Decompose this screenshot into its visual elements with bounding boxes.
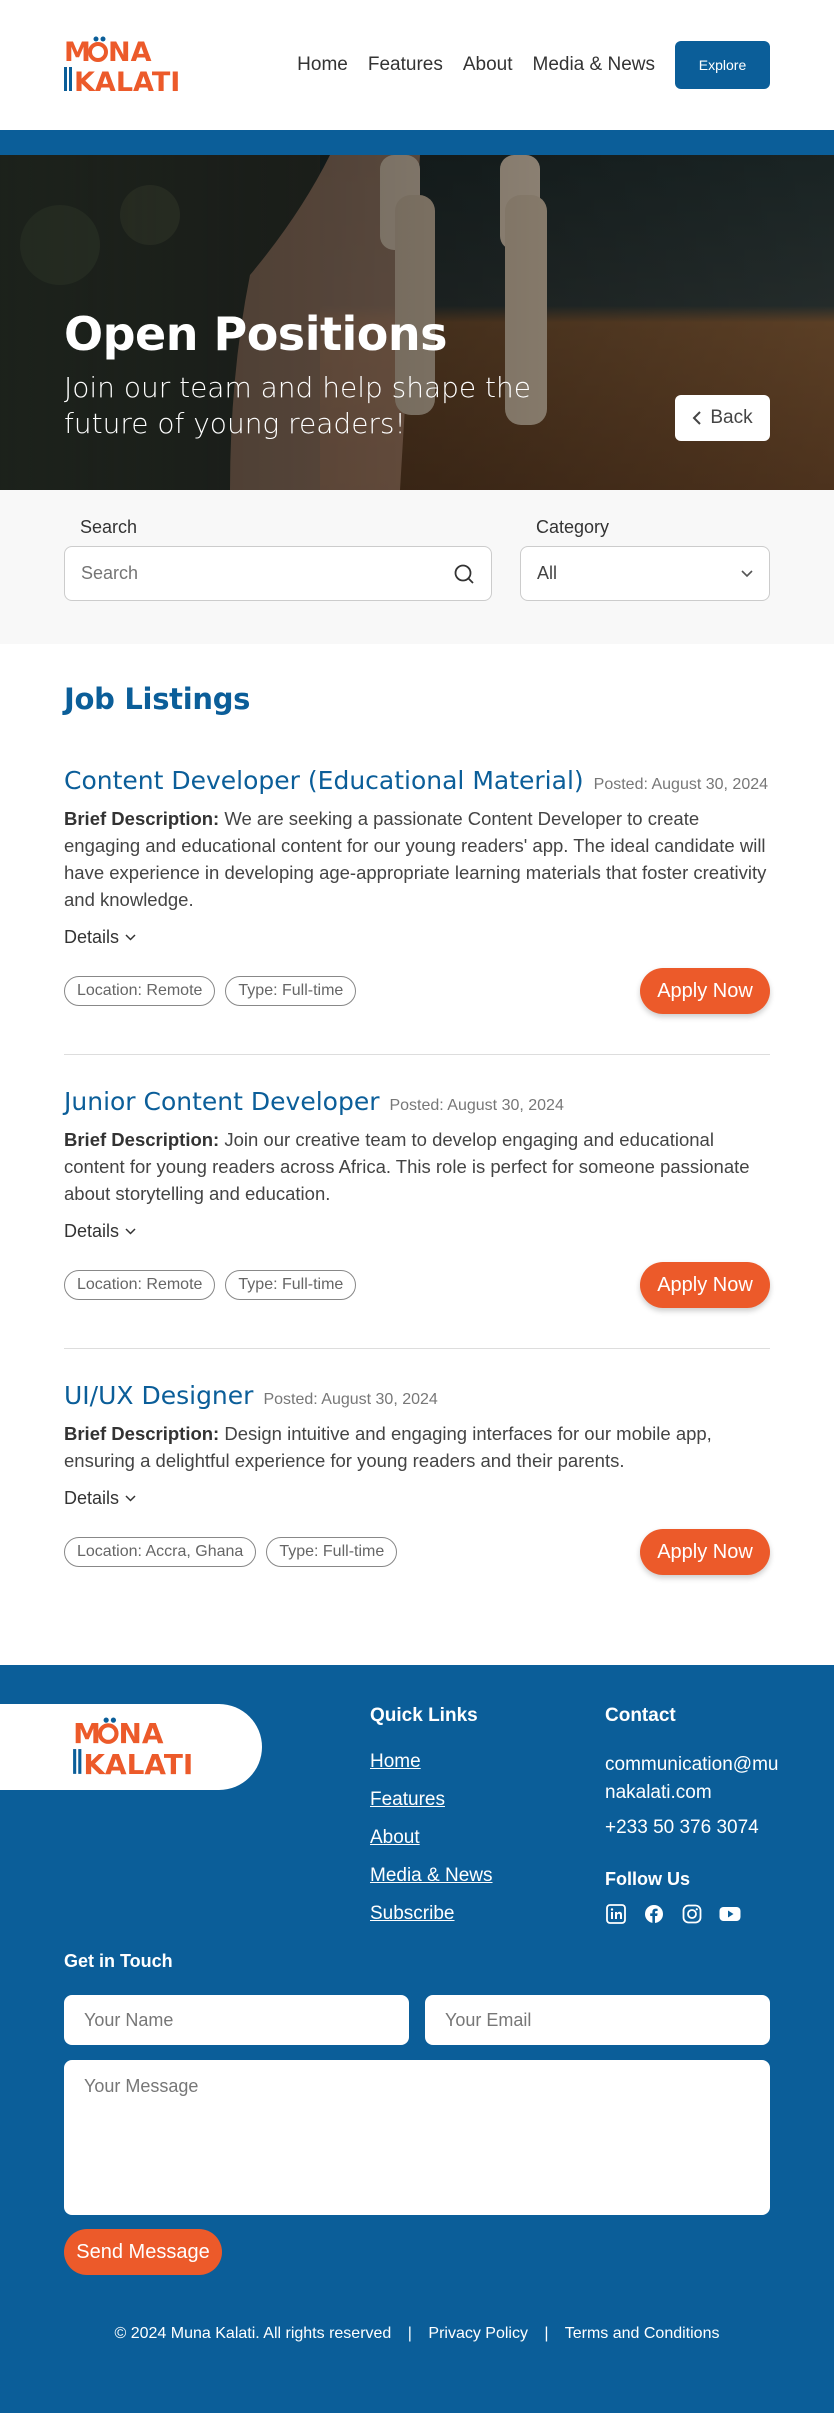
footer-logo-pill: M NA KALATI — [0, 1704, 262, 1790]
job-description: Brief Description: Design intuitive and … — [64, 1420, 770, 1474]
job-title[interactable]: Content Developer (Educational Material) — [64, 766, 584, 795]
linkedin-icon[interactable] — [605, 1903, 627, 1925]
category-selected-value: All — [537, 563, 558, 583]
description-prefix: Brief Description: — [64, 1423, 220, 1444]
details-toggle[interactable]: Details — [64, 1488, 770, 1509]
svg-text:NA: NA — [119, 1717, 164, 1750]
nav-media-news[interactable]: Media & News — [533, 54, 656, 76]
apply-now-button[interactable]: Apply Now — [640, 1262, 770, 1308]
site-footer: M NA KALATI Quick Links Home Features Ab… — [0, 1665, 834, 2413]
location-tag: Location: Remote — [64, 1270, 216, 1300]
details-toggle[interactable]: Details — [64, 927, 770, 948]
nav-about[interactable]: About — [463, 54, 513, 76]
separator: | — [407, 2325, 412, 2342]
youtube-icon[interactable] — [719, 1903, 741, 1925]
job-card: UI/UX Designer Posted: August 30, 2024 B… — [64, 1349, 770, 1615]
chevron-down-icon — [741, 569, 753, 577]
muna-kalati-logo[interactable]: M NA KALATI — [70, 1716, 194, 1778]
email-field[interactable] — [425, 1995, 770, 2045]
job-title[interactable]: UI/UX Designer — [64, 1381, 253, 1410]
location-tag: Location: Accra, Ghana — [64, 1537, 257, 1567]
svg-text:KALATI: KALATI — [74, 67, 178, 95]
search-label: Search — [80, 517, 138, 537]
svg-text:M: M — [73, 1717, 101, 1750]
separator: | — [544, 2325, 549, 2342]
category-select[interactable]: All — [520, 546, 770, 601]
footer-link-media-news[interactable]: Media & News — [370, 1865, 493, 1887]
filter-bar: Search Category All — [0, 490, 834, 644]
details-label: Details — [64, 1221, 120, 1241]
quick-links-title: Quick Links — [370, 1705, 478, 1726]
job-description: Brief Description: Join our creative tea… — [64, 1126, 770, 1207]
nav-features[interactable]: Features — [368, 54, 443, 76]
hero-banner: Open Positions Join our team and help sh… — [0, 155, 834, 490]
details-label: Details — [64, 927, 120, 947]
details-toggle[interactable]: Details — [64, 1221, 770, 1242]
copyright-text: © 2024 Muna Kalati. All rights reserved — [114, 2325, 392, 2342]
type-tag: Type: Full-time — [225, 1270, 357, 1300]
job-listings-section: Job Listings Content Developer (Educatio… — [0, 644, 834, 1665]
chevron-down-icon — [125, 1228, 136, 1235]
contact-title: Contact — [605, 1705, 676, 1726]
job-description: Brief Description: We are seeking a pass… — [64, 805, 770, 913]
message-field[interactable] — [64, 2060, 770, 2215]
type-tag: Type: Full-time — [266, 1537, 398, 1567]
contact-phone[interactable]: +233 50 376 3074 — [605, 1817, 759, 1839]
location-tag: Location: Remote — [64, 976, 216, 1006]
muna-kalati-logo[interactable]: M NA KALATI — [64, 35, 178, 95]
page-title: Open Positions — [64, 307, 447, 361]
job-title[interactable]: Junior Content Developer — [64, 1087, 379, 1116]
job-posted-date: Posted: August 30, 2024 — [263, 1391, 438, 1408]
apply-now-button[interactable]: Apply Now — [640, 968, 770, 1014]
send-message-button[interactable]: Send Message — [64, 2229, 222, 2275]
nav-home[interactable]: Home — [297, 54, 348, 76]
terms-link[interactable]: Terms and Conditions — [565, 2325, 720, 2342]
job-posted-date: Posted: August 30, 2024 — [389, 1097, 564, 1114]
details-label: Details — [64, 1488, 120, 1508]
site-header: M NA KALATI Home Features About Media & … — [0, 0, 834, 130]
description-prefix: Brief Description: — [64, 808, 220, 829]
search-icon[interactable] — [453, 563, 475, 585]
back-label: Back — [710, 407, 753, 428]
follow-us-title: Follow Us — [605, 1869, 690, 1889]
social-links — [605, 1903, 741, 1925]
svg-text:KALATI: KALATI — [83, 1748, 193, 1778]
explore-button[interactable]: Explore — [675, 41, 770, 89]
main-nav: Home Features About Media & News — [297, 54, 655, 76]
footer-link-subscribe[interactable]: Subscribe — [370, 1903, 455, 1925]
job-listings-heading: Job Listings — [64, 682, 251, 716]
svg-text:M: M — [64, 37, 91, 68]
category-label: Category — [536, 517, 610, 537]
search-input[interactable] — [81, 563, 453, 584]
get-in-touch-title: Get in Touch — [64, 1951, 173, 1971]
type-tag: Type: Full-time — [225, 976, 357, 1006]
svg-text:NA: NA — [108, 37, 152, 68]
chevron-down-icon — [125, 934, 136, 941]
description-prefix: Brief Description: — [64, 1129, 220, 1150]
footer-link-home[interactable]: Home — [370, 1751, 421, 1773]
facebook-icon[interactable] — [643, 1903, 665, 1925]
job-card: Content Developer (Educational Material)… — [64, 746, 770, 1055]
footer-bottom-bar: © 2024 Muna Kalati. All rights reserved … — [0, 2325, 834, 2343]
search-box — [64, 546, 492, 601]
instagram-icon[interactable] — [681, 1903, 703, 1925]
contact-email[interactable]: communication@munakalati.com — [605, 1751, 785, 1807]
name-field[interactable] — [64, 1995, 409, 2045]
apply-now-button[interactable]: Apply Now — [640, 1529, 770, 1575]
footer-link-features[interactable]: Features — [370, 1789, 445, 1811]
job-card: Junior Content Developer Posted: August … — [64, 1055, 770, 1349]
back-button[interactable]: Back — [675, 395, 770, 441]
job-posted-date: Posted: August 30, 2024 — [593, 776, 769, 793]
hero-subtitle: Join our team and help shape the future … — [64, 371, 531, 440]
privacy-policy-link[interactable]: Privacy Policy — [428, 2325, 528, 2342]
header-accent-strip — [0, 130, 834, 155]
chevron-down-icon — [125, 1495, 136, 1502]
chevron-left-icon — [692, 411, 702, 425]
footer-link-about[interactable]: About — [370, 1827, 420, 1849]
